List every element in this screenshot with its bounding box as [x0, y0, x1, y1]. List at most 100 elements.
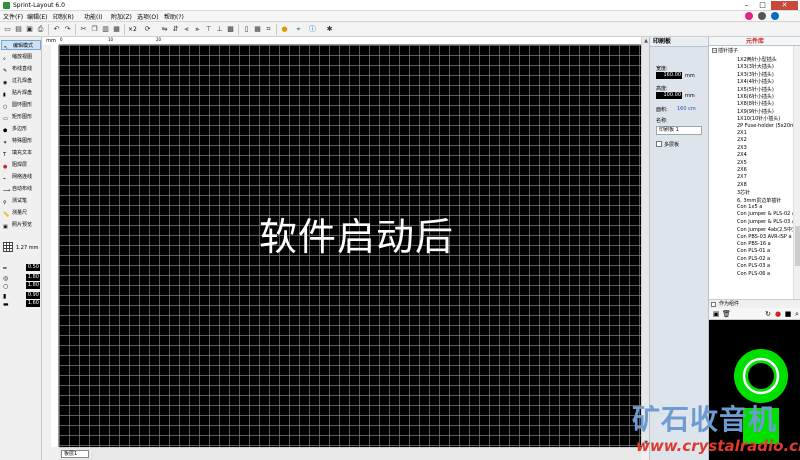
library-item[interactable]: 2X4 [737, 152, 747, 158]
smd-width[interactable]: ▮ 0.90 [2, 292, 40, 300]
save-icon[interactable]: ▣ [25, 25, 34, 34]
align-left-icon[interactable]: ⫷ [182, 25, 191, 34]
library-item[interactable]: 1X2两针小型插头 [737, 56, 777, 63]
menu-help[interactable]: 帮助(?) [164, 12, 184, 21]
board-width-field[interactable]: 160.00 [656, 72, 682, 79]
settings-icon[interactable] [758, 12, 766, 20]
tool-measure[interactable]: 📏 测量尺 [1, 208, 41, 218]
align-top-icon[interactable]: ⊤ [204, 25, 213, 34]
menu-extras[interactable]: 附加(Z) [111, 12, 132, 21]
redo-icon[interactable]: ↷ [63, 25, 72, 34]
rotate-icon[interactable]: ⟳ [143, 25, 152, 34]
align-right-icon[interactable]: ⫸ [193, 25, 202, 34]
menu-file[interactable]: 文件(F) [3, 12, 23, 21]
library-item[interactable]: 2X5 [737, 160, 747, 166]
library-item[interactable]: Con Jumper & PLS-03 a [737, 219, 793, 225]
tool-polygon[interactable]: ⬟ 多边形 [1, 124, 41, 134]
board-name-input[interactable]: 印刷板 1 [656, 126, 702, 135]
library-item[interactable]: 2X3 [737, 145, 747, 151]
library-item[interactable]: 1X6(6针小插头) [737, 93, 774, 100]
vertical-scrollbar[interactable]: ▲ ▼ [641, 37, 649, 447]
library-tree[interactable]: − 插针插子 1X2两针小型插头 1X3(3针大插头) 1X3(3针小插头) 1X4(… [709, 46, 793, 299]
paste-icon[interactable]: ▥ [101, 25, 110, 34]
library-item[interactable]: Con Jumper 4ab(2,5中) a [737, 226, 793, 233]
minimize-button[interactable]: – [740, 1, 753, 10]
tool-probe[interactable]: ⚲ 测试笔 [1, 196, 41, 206]
delete-icon[interactable]: ▦ [112, 25, 121, 34]
library-scrollbar[interactable] [793, 46, 800, 299]
record-icon[interactable]: ● [774, 310, 782, 318]
library-item[interactable]: 2X6 [737, 167, 747, 173]
maximize-button[interactable]: □ [756, 1, 769, 10]
smd-height[interactable]: ▬ 1.60 [2, 300, 40, 308]
library-item[interactable]: 1X9(9针小插头) [737, 108, 774, 115]
info-icon[interactable] [771, 12, 779, 20]
autoroute-toolbar-icon[interactable]: ⌖ [294, 25, 303, 34]
library-item[interactable]: Con PBS-16 a [737, 241, 771, 247]
snap-icon[interactable]: ⌗ [264, 25, 273, 34]
track-width[interactable]: ━ 0.50 [2, 264, 40, 272]
library-item[interactable]: 2X2 [737, 137, 747, 143]
stop-icon[interactable]: ■ [784, 310, 792, 318]
board-height-field[interactable]: 100.00 [656, 92, 682, 99]
library-item[interactable]: Con Jumper & PLS-02 a [737, 211, 793, 217]
ruler-unit[interactable]: mm [43, 37, 59, 45]
tool-solder-mask[interactable]: ● 阻焊层 [1, 160, 41, 170]
tool-circle[interactable]: ○ 圆环图形 [1, 100, 41, 110]
menu-options[interactable]: 选项(O) [137, 12, 158, 21]
group-icon[interactable]: ▩ [226, 25, 235, 34]
tool-rectangle[interactable]: ▭ 矩形图形 [1, 112, 41, 122]
library-item[interactable]: 2P Fuse-holder (5x20mm) [737, 123, 793, 129]
pad-outer-width[interactable]: ◎ 1.80 [2, 274, 40, 282]
gear-icon[interactable]: ✱ [325, 25, 334, 34]
tool-via-pad[interactable]: ◉ 过孔焊盘 [1, 76, 41, 86]
align-bottom-icon[interactable]: ⊥ [215, 25, 224, 34]
save-macro-icon[interactable]: ▣ [712, 310, 720, 318]
tree-collapse-icon[interactable]: − [712, 48, 717, 53]
tool-autoroute[interactable]: ⟿ 自动布线 [1, 184, 41, 194]
library-item[interactable]: 1X8(8针小插头) [737, 100, 774, 107]
refresh-icon[interactable]: ↻ [764, 310, 772, 318]
grid-icon[interactable] [3, 242, 13, 252]
library-item[interactable]: 2X8 [737, 182, 747, 188]
library-item[interactable]: Con PLS-02 a [737, 256, 770, 262]
library-item[interactable]: 2X1 [737, 130, 747, 136]
library-item[interactable]: 1X5(5针小插头) [737, 86, 774, 93]
tool-smd-pad[interactable]: ▮ 贴片焊盘 [1, 88, 41, 98]
as-component-checkbox[interactable] [711, 302, 716, 307]
undo-icon[interactable]: ↶ [52, 25, 61, 34]
tool-track[interactable]: ✎ 布线直线 [1, 64, 41, 74]
tree-root[interactable]: 插针插子 [718, 47, 738, 54]
tool-special-shape[interactable]: ✶ 特殊图形 [1, 136, 41, 146]
tool-photo-preview[interactable]: ▣ 照片预览 [1, 220, 41, 230]
library-item[interactable]: 1X3(3针小插头) [737, 71, 774, 78]
library-item[interactable]: Con PLS-06 a [737, 271, 770, 277]
pad-inner-width[interactable]: ○ 1.80 [2, 282, 40, 290]
tool-zoom[interactable]: ⌕ 缩放视图 [1, 52, 41, 62]
library-item[interactable]: Con PLS-03 a [737, 263, 770, 269]
library-item[interactable]: 2X7 [737, 174, 747, 180]
menu-print[interactable]: 印制(R) [53, 12, 74, 21]
library-item[interactable]: 1X10(10针小插头) [737, 115, 780, 122]
tool-net[interactable]: ⌁ 网络连线 [1, 172, 41, 182]
library-item[interactable]: Con PLS-01 a [737, 248, 770, 254]
mirror-h-icon[interactable]: ⇋ [160, 25, 169, 34]
multilayer-checkbox[interactable] [656, 141, 662, 147]
library-item[interactable]: 1X4(4针小插头) [737, 78, 774, 85]
layer-icon[interactable]: ▯ [242, 25, 251, 34]
close-button[interactable]: ✕ [771, 1, 798, 10]
cut-icon[interactable]: ✂ [79, 25, 88, 34]
info-toolbar-icon[interactable]: ⓘ [308, 25, 317, 34]
library-item[interactable]: 1X3(3针大插头) [737, 63, 774, 70]
grid-toggle-icon[interactable]: ▦ [253, 25, 262, 34]
lightbulb-icon[interactable]: ● [280, 25, 289, 34]
pcb-mode-icon[interactable] [745, 12, 753, 20]
as-component-row[interactable]: 作为组件 [709, 299, 800, 308]
menu-edit[interactable]: 编辑(E) [27, 12, 47, 21]
pcb-canvas[interactable]: 软件启动后 [59, 45, 641, 447]
print-icon[interactable]: ⎙ [36, 25, 45, 34]
menu-functions[interactable]: 功能(I) [84, 12, 102, 21]
new-icon[interactable]: ▭ [3, 25, 12, 34]
layer-tab[interactable]: 板层1 [61, 450, 89, 458]
zoom-preview-icon[interactable]: ⌕ [793, 310, 800, 318]
